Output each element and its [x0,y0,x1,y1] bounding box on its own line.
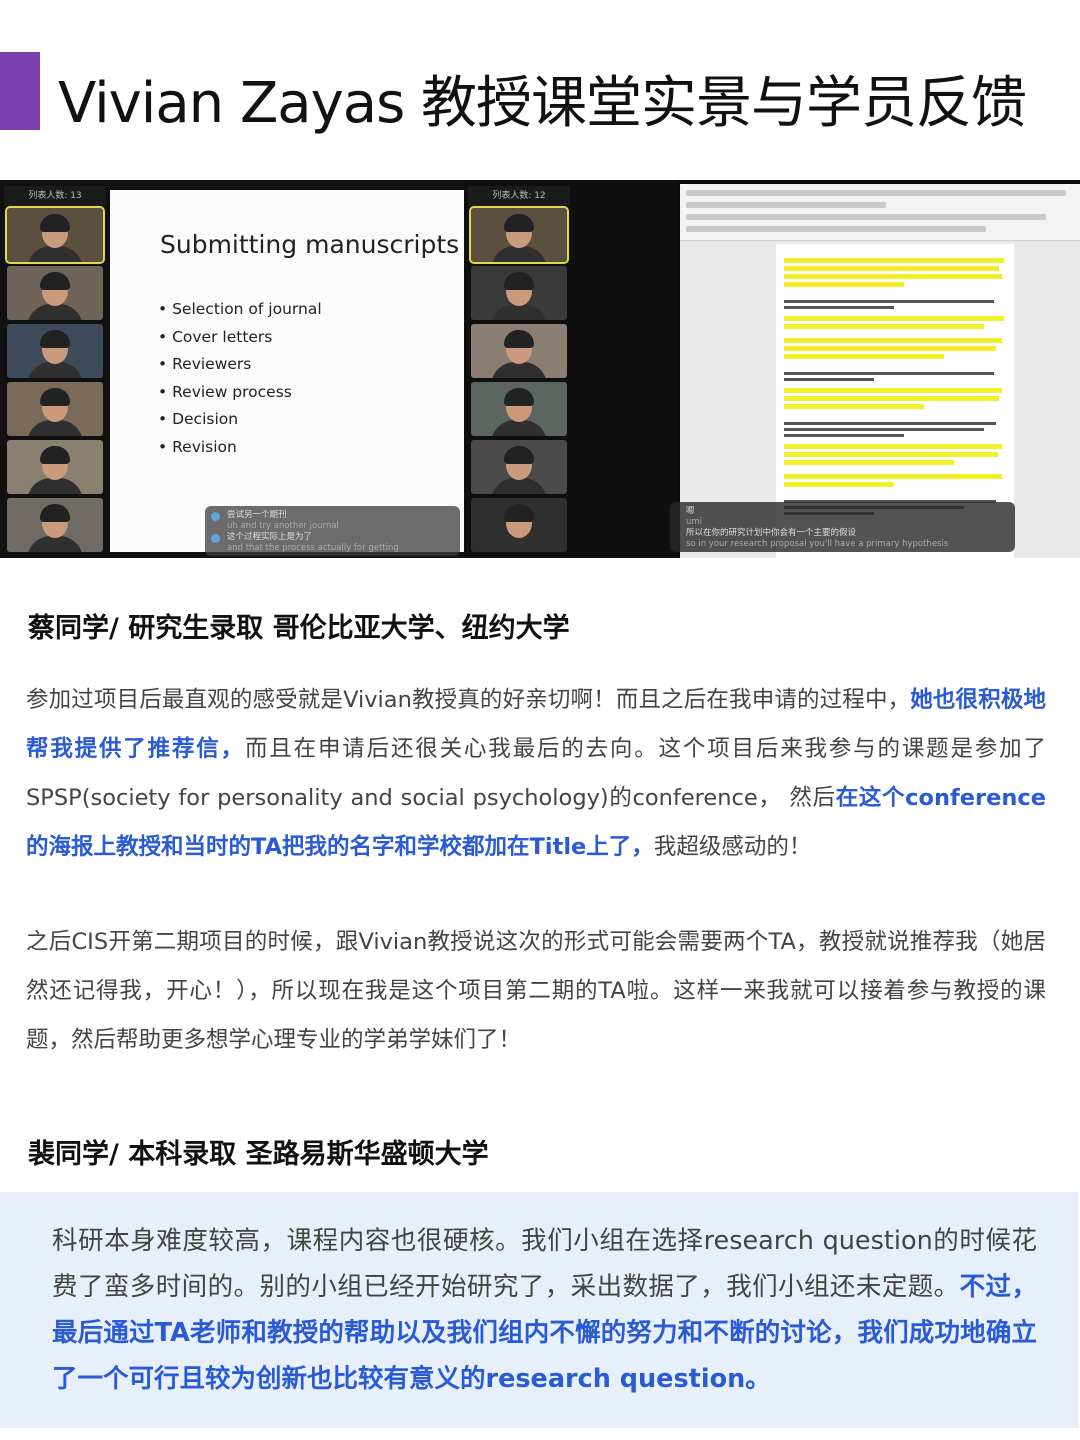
slide-bullet: Decision [158,406,322,434]
text-segment: 参加过项目后最直观的感受就是Vivian教授真的好亲切啊！而且之后在我申请的过程… [26,687,911,713]
caption-line: 这个过程实际上是为了 [227,532,313,542]
word-document-window: 嗯 umi 所以在你的研究计划中你会有一个主要的假设 so in your re… [670,184,1080,558]
testimonial-heading-1: 蔡同学/ 研究生录取 哥伦比亚大学、纽约大学 [28,613,570,644]
participant-column: 列表人数: 13 [4,186,106,556]
video-tile [471,382,567,436]
participant-column: 列表人数: 12 [468,186,570,556]
participant-count: 列表人数: 13 [4,186,106,206]
video-tile [471,266,567,320]
slide-bullet: Reviewers [158,351,322,379]
class-screenshot: 列表人数: 13 Submitting manuscripts Selectio… [0,180,1080,558]
caption-line: 嗯 [686,506,695,516]
testimonial-paragraph-3: 科研本身难度较高，课程内容也很硬核。我们小组在选择research questi… [52,1218,1037,1402]
video-tile [7,498,103,552]
slide-title: Submitting manuscripts [160,230,460,259]
testimonial-paragraph-1: 参加过项目后最直观的感受就是Vivian教授真的好亲切啊！而且之后在我申请的过程… [26,676,1046,872]
video-tile [469,206,569,264]
caption-speaker-icon [211,534,220,543]
live-caption: 尝试另一个期刊 uh and try another journal 这个过程实… [205,506,460,556]
slide-bullet: Selection of journal [158,296,322,324]
live-caption: 嗯 umi 所以在你的研究计划中你会有一个主要的假设 so in your re… [670,502,1015,552]
video-tile [471,498,567,552]
video-tile [7,324,103,378]
caption-line: and that the process actually for gettin… [227,543,399,553]
slide-bullet: Review process [158,379,322,407]
caption-line: umi [686,517,703,527]
slide-bullets: Selection of journal Cover letters Revie… [158,296,322,461]
caption-line: 尝试另一个期刊 [227,510,287,520]
slide-bullet: Revision [158,434,322,462]
presentation-slide: Submitting manuscripts Selection of jour… [110,190,464,552]
testimonial-heading-2: 裴同学/ 本科录取 圣路易斯华盛顿大学 [28,1139,489,1170]
video-tile [7,440,103,494]
zoom-meeting-left: 列表人数: 13 Submitting manuscripts Selectio… [0,180,465,558]
zoom-meeting-right: 列表人数: 12 [466,180,678,558]
video-tile [7,266,103,320]
page-title: Vivian Zayas 教授课堂实景与学员反馈 [58,71,1027,136]
title-accent-bar [0,52,40,130]
text-segment: 我超级感动的！ [653,834,812,860]
caption-line: uh and try another journal [227,521,339,531]
video-tile [471,324,567,378]
word-ribbon [680,184,1080,241]
testimonial-paragraph-2: 之后CIS开第二期项目的时候，跟Vivian教授说这次的形式可能会需要两个TA，… [26,929,1046,1053]
caption-line: 所以在你的研究计划中你会有一个主要的假设 [686,528,857,538]
video-tile [471,440,567,494]
video-tile [5,206,105,264]
slide-bullet: Cover letters [158,324,322,352]
participant-count: 列表人数: 12 [468,186,570,206]
video-tile [7,382,103,436]
caption-line: so in your research proposal you'll have… [686,539,949,549]
text-segment: 科研本身难度较高，课程内容也很硬核。我们小组在选择research questi… [52,1226,1037,1302]
caption-speaker-icon [211,512,220,521]
